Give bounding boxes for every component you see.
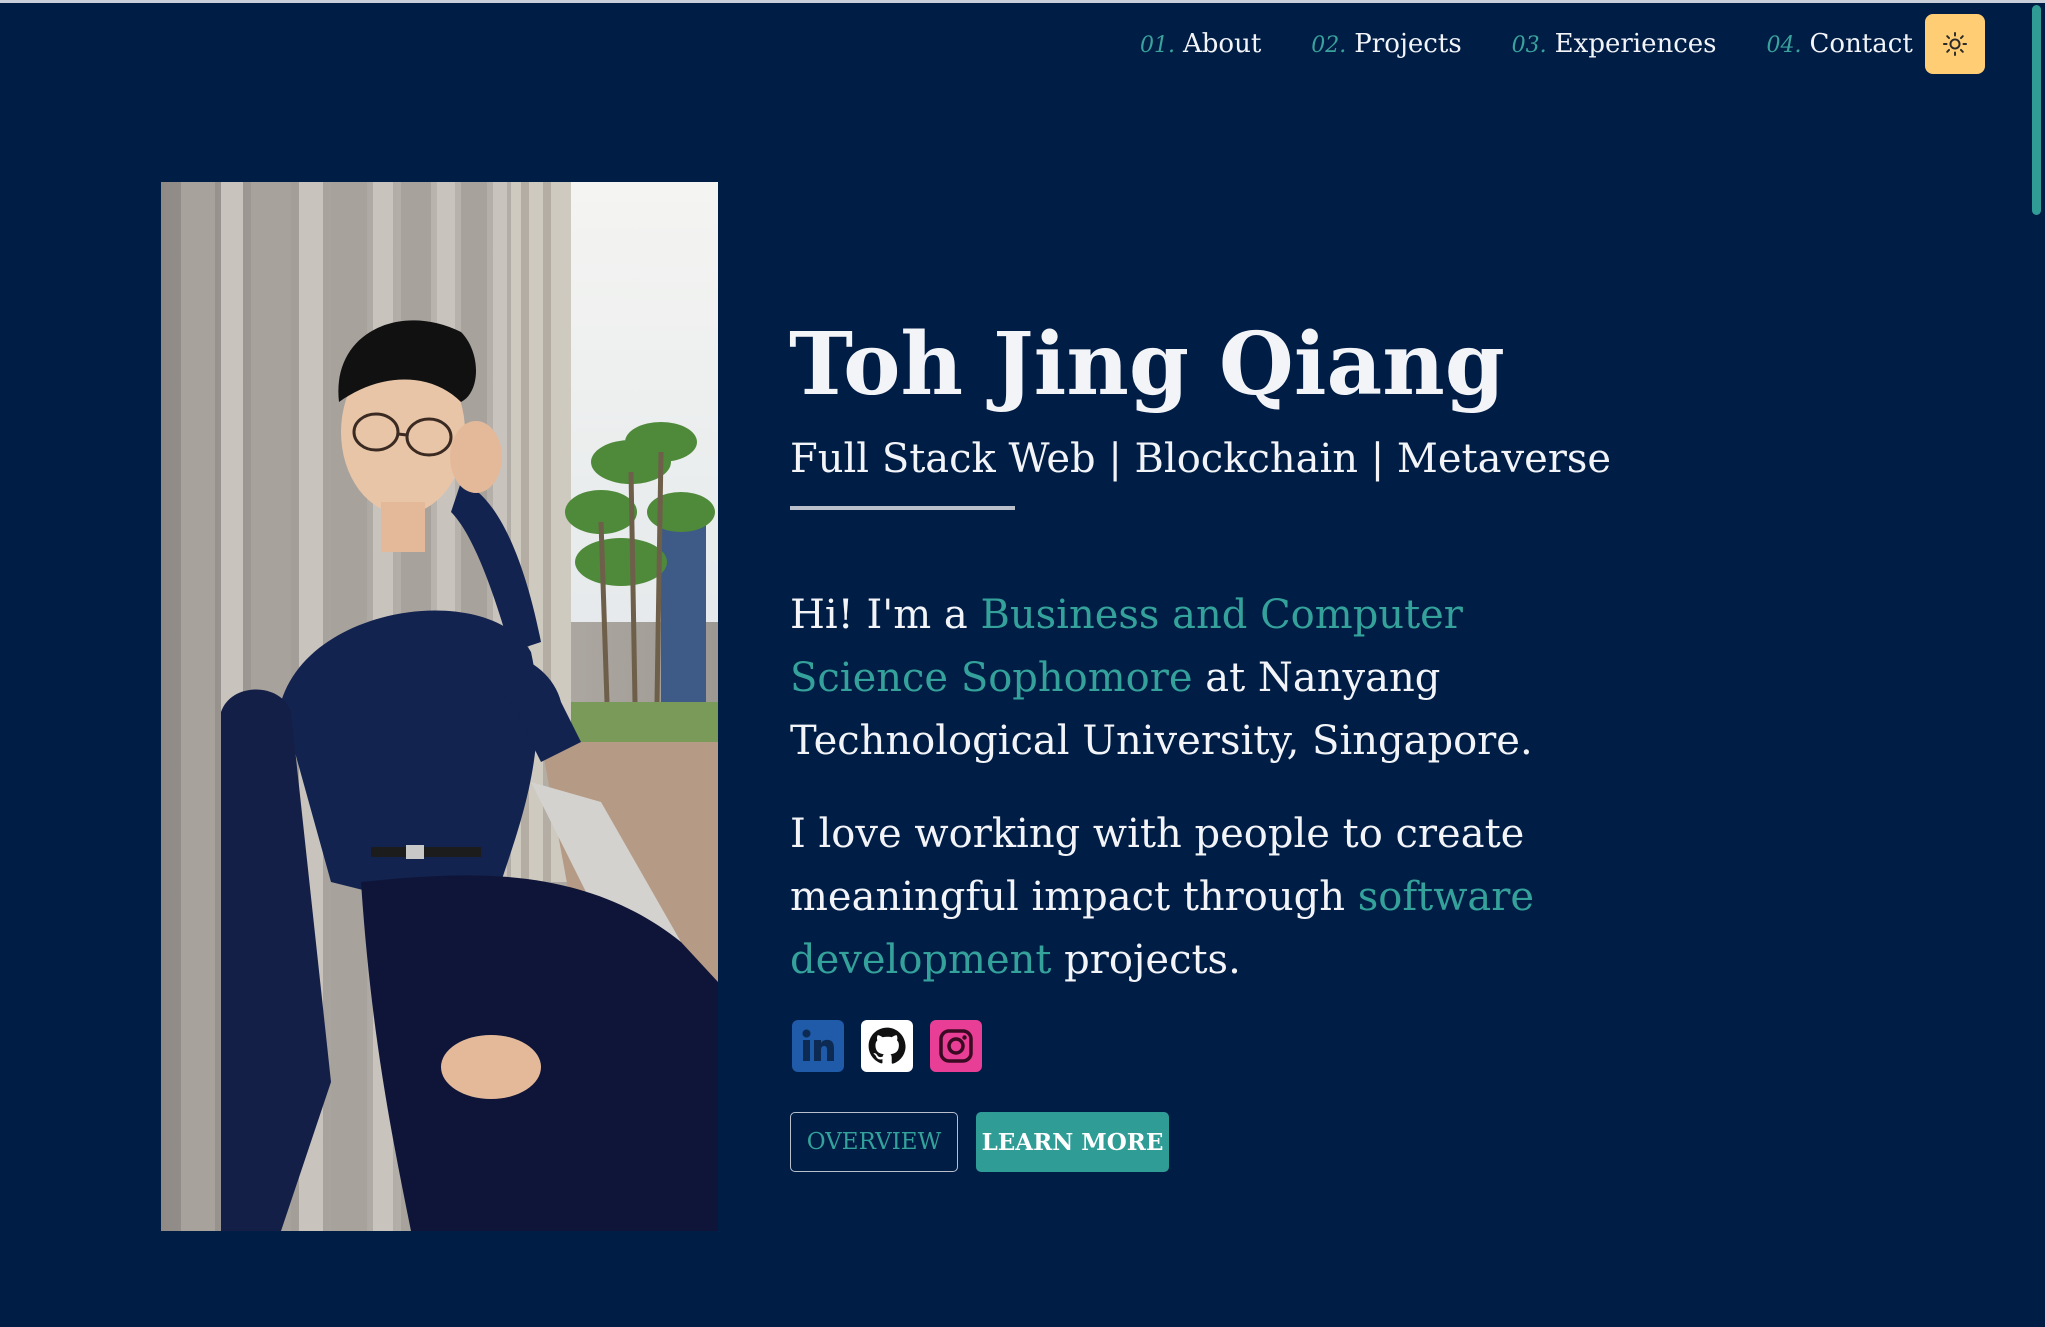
- nav-item-number: 01.: [1140, 33, 1175, 58]
- nav-item-number: 02.: [1311, 33, 1347, 58]
- sun-icon: [1942, 31, 1968, 57]
- nav-item-label: Contact: [1809, 29, 1913, 59]
- nav-item-experiences[interactable]: 03. Experiences: [1512, 29, 1717, 59]
- hero-mission: I love working with people to create mea…: [790, 803, 1610, 992]
- nav-item-projects[interactable]: 02. Projects: [1311, 29, 1461, 59]
- hero-actions: OVERVIEW LEARN MORE: [790, 1112, 1169, 1172]
- nav-item-label: Experiences: [1554, 29, 1717, 59]
- hero-name: Toh Jing Qiang: [789, 314, 1505, 415]
- nav-item-number: 03.: [1511, 33, 1547, 58]
- hero-intro: Hi! I'm a Business and Computer Science …: [790, 584, 1610, 773]
- linkedin-link[interactable]: [792, 1020, 844, 1072]
- social-links: [792, 1020, 982, 1072]
- nav-item-label: About: [1183, 29, 1262, 59]
- hero-divider: [790, 506, 1015, 510]
- nav-item-label: Projects: [1354, 29, 1462, 59]
- scrollbar-thumb[interactable]: [2032, 5, 2041, 215]
- main-nav: 01. About 02. Projects 03. Experiences 0…: [1140, 26, 1913, 62]
- instagram-link[interactable]: [930, 1020, 982, 1072]
- linkedin-icon: [802, 1029, 834, 1061]
- nav-item-number: 04.: [1766, 33, 1802, 58]
- nav-item-about[interactable]: 01. About: [1140, 29, 1261, 59]
- github-icon: [868, 1027, 906, 1064]
- theme-toggle-button[interactable]: [1925, 14, 1985, 74]
- intro-prefix: Hi! I'm a: [790, 592, 981, 638]
- hero-tagline: Full Stack Web | Blockchain | Metaverse: [790, 436, 1612, 482]
- window-top-border: [0, 0, 2045, 3]
- mission-suffix: projects.: [1051, 937, 1241, 983]
- profile-photo: [161, 182, 718, 1231]
- github-link[interactable]: [861, 1020, 913, 1072]
- learn-more-button[interactable]: LEARN MORE: [976, 1112, 1169, 1172]
- overview-button[interactable]: OVERVIEW: [790, 1112, 958, 1172]
- nav-item-contact[interactable]: 04. Contact: [1767, 29, 1913, 59]
- instagram-icon: [939, 1029, 973, 1063]
